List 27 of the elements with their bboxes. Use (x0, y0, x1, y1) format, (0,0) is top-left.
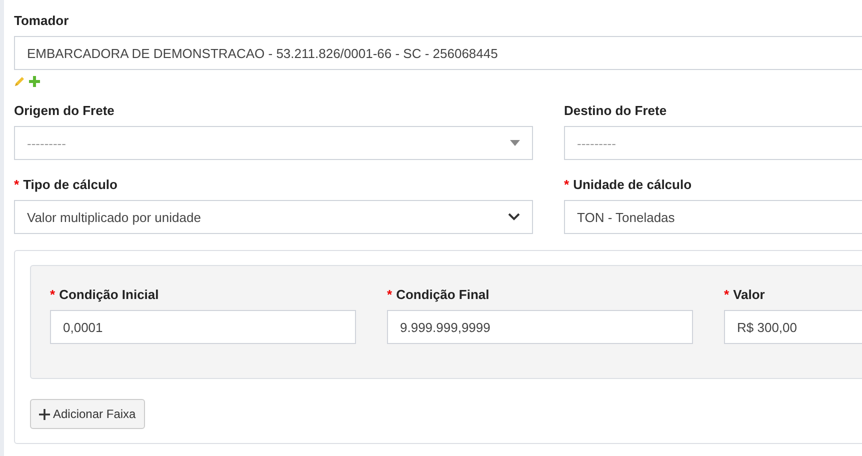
edit-button[interactable] (14, 76, 25, 86)
required-mark: * (14, 176, 20, 194)
field-label: Tipo de cálculo (23, 176, 118, 194)
input-field[interactable]: 0,0001 (50, 310, 356, 344)
required-mark: * (564, 176, 570, 194)
field-label: Valor (733, 286, 765, 304)
pencil-icon (14, 76, 25, 86)
required-mark: * (387, 286, 392, 304)
field-label: Origem do Frete (14, 102, 114, 120)
caret-icon (510, 140, 520, 146)
input-field[interactable]: EMBARCADORA DE DEMONSTRACAO - 53.211.826/0001-66 - SC - 256068445 (14, 36, 862, 70)
plus-icon (29, 76, 40, 86)
required-mark: * (50, 286, 56, 304)
field-label: Tomador (14, 12, 69, 30)
required-mark: * (724, 286, 730, 304)
plus-icon (39, 408, 50, 420)
field-label: Condição Inicial (59, 286, 159, 304)
field-label: Destino do Frete (564, 102, 667, 120)
input-field[interactable]: TON - Toneladas (564, 200, 862, 234)
add-button[interactable] (29, 76, 40, 86)
input-field[interactable]: R$ 300,00 (724, 310, 862, 344)
add-range-button[interactable]: Adicionar Faixa (30, 399, 145, 429)
chevron-icon (508, 213, 520, 221)
select-field[interactable]: Valor multiplicado por unidade (14, 200, 533, 234)
input-field[interactable]: 9.999.999,9999 (387, 310, 693, 344)
field-label: Condição Final (396, 286, 490, 304)
field-label: Unidade de cálculo (573, 176, 692, 194)
